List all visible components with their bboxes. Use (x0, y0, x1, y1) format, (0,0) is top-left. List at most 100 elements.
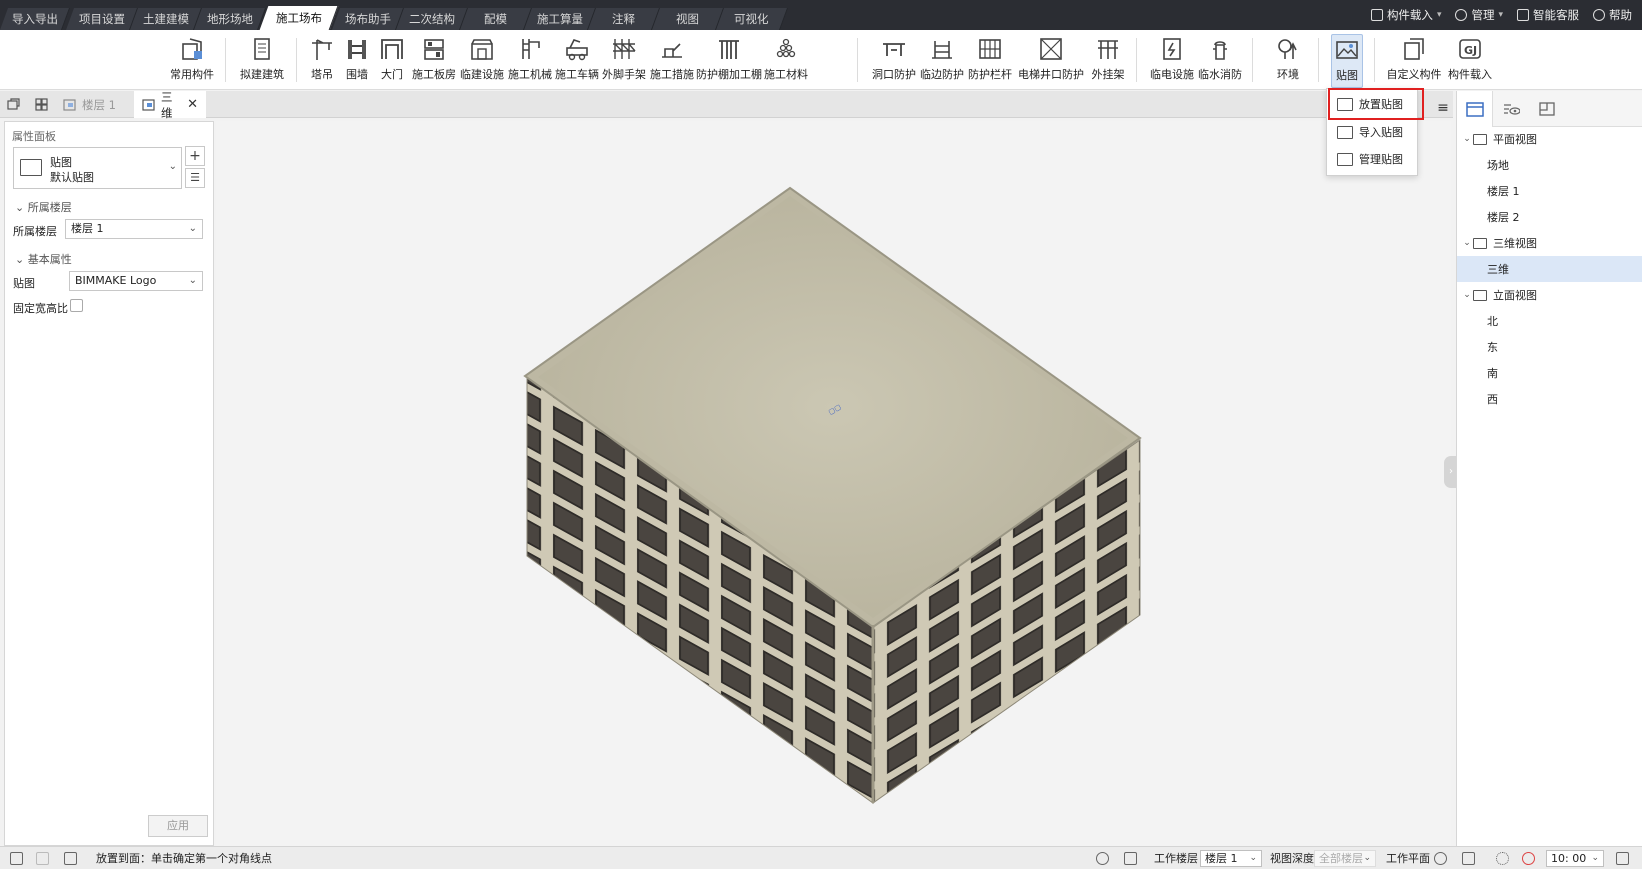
work-plane-icon[interactable] (1434, 852, 1447, 865)
manage-menu[interactable]: 管理 ▾ (1455, 7, 1503, 23)
edit-type-button[interactable]: ☰ (185, 168, 205, 188)
tree-node-3d[interactable]: 三维 (1457, 256, 1642, 282)
decal-select[interactable]: BIMMAKE Logo ⌄ (69, 271, 203, 291)
protective-shed-icon (716, 36, 742, 62)
tab-quantity[interactable]: 施工算量 (523, 8, 597, 30)
fence-wall-button[interactable]: 围墙 (342, 36, 372, 86)
tree-node-east[interactable]: 东 (1457, 334, 1642, 360)
fire-hydrant-button[interactable]: 临水消防 (1198, 36, 1242, 86)
custom-component-button[interactable]: 自定义构件 (1386, 36, 1442, 86)
construction-machinery-button[interactable]: 施工机械 (508, 36, 552, 86)
single-view-icon[interactable] (10, 852, 23, 865)
fixed-ratio-label: 固定宽高比 (13, 302, 68, 315)
scaffold-icon (611, 36, 637, 62)
tree-node-north[interactable]: 北 (1457, 308, 1642, 334)
tab-view-floor1[interactable]: 楼层 1 (54, 91, 134, 118)
tab-visualization[interactable]: 可视化 (715, 8, 789, 30)
tree-node-plan-views[interactable]: ⌄ 平面视图 (1457, 126, 1642, 152)
construction-material-button[interactable]: 施工材料 (764, 36, 808, 86)
tab-terrain-site[interactable]: 地形场地 (193, 8, 267, 30)
decal-button[interactable]: 贴图 (1331, 34, 1363, 88)
apply-button[interactable]: 应用 (148, 815, 208, 837)
tab-view[interactable]: 视图 (651, 8, 725, 30)
tab-secondary-structure[interactable]: 二次结构 (395, 8, 469, 30)
temporary-power-button[interactable]: 临电设施 (1150, 36, 1194, 86)
component-load-menu[interactable]: 构件载入 ▾ (1370, 7, 1441, 23)
protective-shed-button[interactable]: 防护棚加工棚 (696, 36, 762, 86)
common-component-button[interactable]: 常用构件 (170, 36, 214, 86)
view-depth-select[interactable]: 全部楼层 ⌄ (1314, 850, 1376, 867)
zoom-fit-icon[interactable] (1096, 852, 1109, 865)
chevron-down-icon: ⌄ (1363, 853, 1371, 863)
3d-viewport[interactable]: ▢▢ (216, 121, 1612, 846)
tree-node-west[interactable]: 西 (1457, 386, 1642, 412)
construction-machinery-icon (517, 36, 543, 62)
add-type-button[interactable]: + (185, 146, 205, 166)
tab-layout[interactable] (1529, 91, 1565, 127)
tree-node-site[interactable]: 场地 (1457, 152, 1642, 178)
type-selector[interactable]: 贴图 默认贴图 ⌄ (13, 147, 182, 189)
external-rack-button[interactable]: 外挂架 (1090, 36, 1126, 86)
tab-visibility[interactable] (1493, 91, 1529, 127)
proposed-building-button[interactable]: 拟建建筑 (238, 36, 286, 86)
snapshot-icon[interactable] (1124, 852, 1137, 865)
edge-protection-button[interactable]: 临边防护 (920, 36, 964, 86)
section-floor[interactable]: ⌄ 所属楼层 (15, 199, 72, 215)
tower-crane-button[interactable]: 塔吊 (307, 36, 337, 86)
building-model: ▢▢ (523, 186, 1142, 804)
proposed-building-icon (249, 36, 275, 62)
site-cabin-button[interactable]: 施工板房 (412, 36, 456, 86)
tab-formwork[interactable]: 配模 (459, 8, 533, 30)
tab-site-layout[interactable]: 施工场布 (259, 6, 339, 30)
external-rack-icon (1095, 36, 1121, 62)
shadow-icon[interactable] (1522, 852, 1535, 865)
tab-annotation[interactable]: 注释 (587, 8, 661, 30)
main-menu-bar: 导入导出 项目设置 土建建模 地形场地 施工场布 场布助手 二次结构 配模 施工… (0, 0, 1642, 30)
construction-measure-button[interactable]: 施工措施 (650, 36, 694, 86)
hamburger-menu-button[interactable]: ≡ (1431, 97, 1455, 119)
grid-icon[interactable] (64, 852, 77, 865)
tab-project-browser[interactable] (1457, 91, 1493, 127)
time-select[interactable]: 10: 00 ⌄ (1546, 850, 1604, 867)
help-button[interactable]: 帮助 (1593, 7, 1632, 23)
floor-select[interactable]: 楼层 1 ⌄ (65, 219, 203, 239)
close-icon[interactable]: ✕ (187, 97, 198, 112)
tab-layout-assistant[interactable]: 场布助手 (331, 8, 405, 30)
tree-node-3d-views[interactable]: ⌄ 三维视图 (1457, 230, 1642, 256)
fire-hydrant-icon (1207, 36, 1233, 62)
construction-vehicle-button[interactable]: 施工车辆 (555, 36, 599, 86)
fixed-ratio-checkbox[interactable] (70, 299, 83, 312)
cube-icon[interactable] (1616, 852, 1629, 865)
tile-views-button[interactable] (28, 91, 54, 118)
tab-view-3d[interactable]: 三维 ✕ (134, 90, 206, 120)
gate-button[interactable]: 大门 (377, 36, 407, 86)
eye-icon (1504, 104, 1520, 115)
smart-service-button[interactable]: 智能客服 (1517, 7, 1579, 23)
work-floor-select[interactable]: 楼层 1 ⌄ (1200, 850, 1262, 867)
manage-decal-item[interactable]: 管理贴图 (1327, 146, 1417, 172)
tree-node-south[interactable]: 南 (1457, 360, 1642, 386)
tab-import-export[interactable]: 导入导出 (0, 8, 71, 30)
place-decal-item[interactable]: 放置贴图 (1327, 91, 1417, 117)
floor-label: 所属楼层 (13, 225, 57, 238)
temporary-facility-button[interactable]: 临建设施 (460, 36, 504, 86)
component-load-button[interactable]: GJ 构件载入 (1446, 36, 1494, 86)
environment-button[interactable]: 环境 (1270, 36, 1306, 86)
elevator-shaft-protection-button[interactable]: 电梯井口防护 (1016, 36, 1086, 86)
import-decal-item[interactable]: 导入贴图 (1327, 119, 1417, 145)
tree-node-floor1[interactable]: 楼层 1 (1457, 178, 1642, 204)
chevron-down-icon: ⌄ (1591, 853, 1599, 863)
guardrail-button[interactable]: 防护栏杆 (968, 36, 1012, 86)
chevron-down-icon: ⌄ (15, 253, 25, 266)
tree-node-elevation-views[interactable]: ⌄ 立面视图 (1457, 282, 1642, 308)
tab-project-settings[interactable]: 项目设置 (65, 8, 139, 30)
layers-icon[interactable] (1462, 852, 1475, 865)
split-view-icon[interactable] (36, 852, 49, 865)
opening-protection-button[interactable]: 洞口防护 (872, 36, 916, 86)
section-basic[interactable]: ⌄ 基本属性 (15, 251, 72, 267)
sun-icon[interactable] (1496, 852, 1509, 865)
restore-views-button[interactable] (0, 91, 26, 118)
tree-node-floor2[interactable]: 楼层 2 (1457, 204, 1642, 230)
scaffold-button[interactable]: 外脚手架 (602, 36, 646, 86)
tab-civil-modeling[interactable]: 土建建模 (129, 8, 203, 30)
